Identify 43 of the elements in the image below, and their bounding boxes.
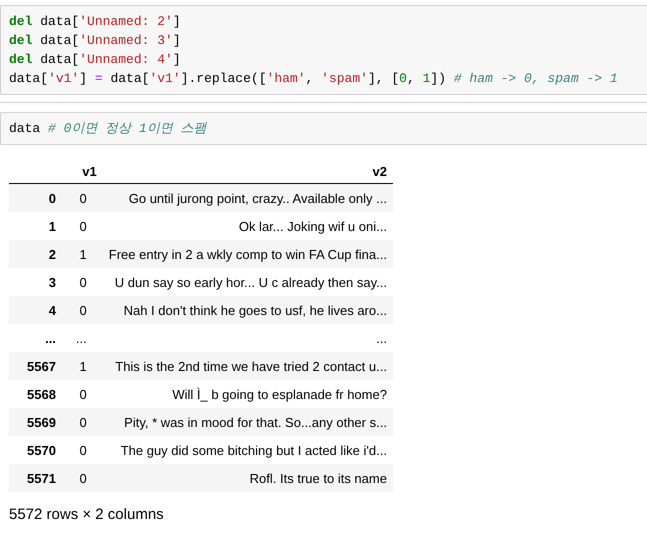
column-header: v2: [372, 164, 387, 178]
row-index: ...: [45, 330, 56, 346]
table-cell: Will Ì_ b going to esplanade fr home?: [172, 386, 387, 402]
code-cell[interactable]: del data['Unnamed: 2'] del data['Unnamed: 3'] del data['Unnamed: 4'] data['v1'] = data['v1'].replace(['ham', 'spam'], [0, 1]) # ham -> 0, spam -> 1: [0, 5, 647, 95]
row-index: 0: [48, 190, 56, 206]
table-cell: 1: [80, 358, 87, 374]
table-cell: Rofl. Its true to its name: [250, 470, 387, 486]
row-index: 4: [48, 302, 56, 318]
table-cell: The guy did some bitching but I acted like i'd...: [120, 442, 387, 458]
table-cell: 0: [80, 386, 87, 402]
row-count-label: 5572 rows × 2 columns: [9, 506, 164, 523]
table-cell: 0: [80, 414, 87, 430]
table-cell: 0: [80, 274, 87, 290]
code-line: data # 0이면 정상 1이면 스팸: [9, 120, 207, 138]
row-index: 5567: [27, 358, 56, 374]
table-cell: ...: [76, 330, 87, 346]
code-cell[interactable]: data # 0이면 정상 1이면 스팸: [0, 112, 647, 145]
table-cell: 0: [80, 218, 87, 234]
code-line: data['v1'] = data['v1'].replace(['ham', 'spam'], [0, 1]) # ham -> 0, spam -> 1: [9, 70, 618, 88]
table-cell: Pity, * was in mood for that. So...any other s...: [124, 414, 387, 430]
code-line: del data['Unnamed: 2']: [9, 13, 181, 31]
table-cell: U dun say so early hor... U c already then say...: [114, 274, 387, 290]
table-cell: Ok lar... Joking wif u oni...: [238, 218, 387, 234]
row-index: 1: [48, 218, 56, 234]
table-cell: 1: [80, 246, 87, 262]
table-cell: 0: [80, 470, 87, 486]
code-line: del data['Unnamed: 3']: [9, 32, 181, 50]
row-index: 5569: [27, 414, 56, 430]
row-index: 5571: [27, 470, 56, 486]
table-cell: Free entry in 2 a wkly comp to win FA Cup fina...: [108, 246, 387, 262]
row-index: 5568: [27, 386, 56, 402]
table-cell: Nah I don't think he goes to usf, he lives aro...: [124, 302, 387, 318]
column-header: v1: [82, 164, 97, 178]
row-index: 5570: [27, 442, 56, 458]
code-line: del data['Unnamed: 4']: [9, 51, 181, 69]
row-index: 2: [48, 246, 56, 262]
table-cell: This is the 2nd time we have tried 2 contact u...: [115, 358, 387, 374]
table-cell: Go until jurong point, crazy.. Available only ...: [128, 190, 387, 206]
row-index: 3: [48, 274, 56, 290]
table-cell: 0: [80, 190, 87, 206]
table-cell: 0: [80, 442, 87, 458]
table-cell: ...: [376, 330, 387, 346]
table-cell: 0: [80, 302, 87, 318]
